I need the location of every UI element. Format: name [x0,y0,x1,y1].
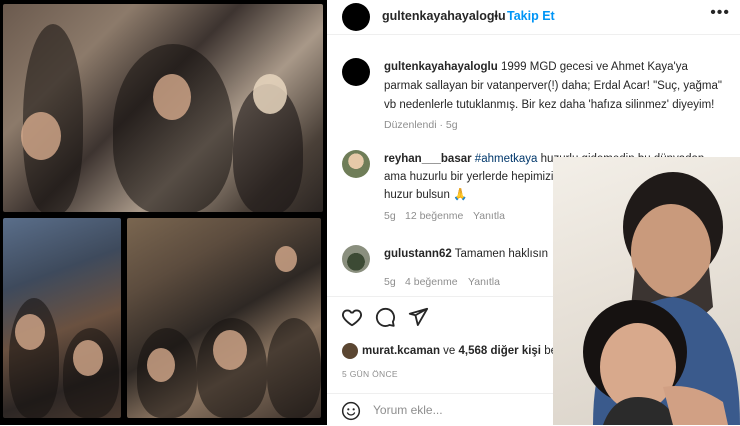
post-header: gultenkayahayaloglu • Takip Et ••• [327,0,740,35]
person-figure [267,318,321,418]
commenter-username[interactable]: reyhan___basar [384,153,472,165]
comment-likes[interactable]: 4 beğenme [405,276,458,288]
commenter-username[interactable]: gulustann62 [384,248,452,260]
inset-portrait-photo [553,157,740,425]
commenter-avatar[interactable] [342,245,370,273]
post-media[interactable] [0,0,327,425]
liker-username[interactable]: murat.kcaman [362,345,440,357]
person-figure [113,44,233,212]
post-timestamp: 5 GÜN ÖNCE [342,369,398,379]
likes-summary: murat.kcaman ve 4,568 diğer kişi beğendi [342,343,585,359]
caption-username[interactable]: gultenkayahayaloglu [384,61,498,73]
likes-others[interactable]: 4,568 diğer kişi [459,345,541,357]
heart-icon[interactable] [341,306,363,328]
person-face [21,112,61,160]
author-avatar[interactable] [342,3,370,31]
follow-button[interactable]: Takip Et [507,9,555,23]
person-face [213,330,247,370]
person-face [147,348,175,382]
comment-likes[interactable]: 12 beğenme [405,210,463,222]
collage-photo-main [3,4,323,212]
hashtag-link[interactable]: #ahmetkaya [475,153,538,165]
caption-edited-meta: Düzenlendi · 5g [384,119,458,131]
separator-dot: • [494,9,499,23]
collage-photo-left [3,218,121,418]
author-username[interactable]: gultenkayahayaloglu [382,9,506,23]
emoji-icon[interactable] [341,401,361,421]
collage-photo-right [127,218,321,418]
person-face [15,314,45,350]
comment-time: 5g [384,210,396,222]
comment-time: 5g [384,276,396,288]
share-icon[interactable] [407,306,429,328]
caption-avatar[interactable] [342,58,370,86]
caption-text: gultenkayahayaloglu 1999 MGD gecesi ve A… [384,58,729,115]
reply-button[interactable]: Yanıtla [468,276,500,288]
portrait-illustration [583,172,740,425]
person-face [153,74,191,120]
reply-button[interactable]: Yanıtla [473,210,505,222]
comment-body: Tamamen haklısın [451,248,549,260]
likes-connector: ve [439,345,459,358]
more-options-icon[interactable]: ••• [710,4,730,22]
person-face [73,340,103,376]
comment-icon[interactable] [374,306,396,328]
liker-avatar[interactable] [342,343,358,359]
commenter-avatar[interactable] [342,150,370,178]
person-face [253,74,287,114]
person-face [275,246,297,272]
